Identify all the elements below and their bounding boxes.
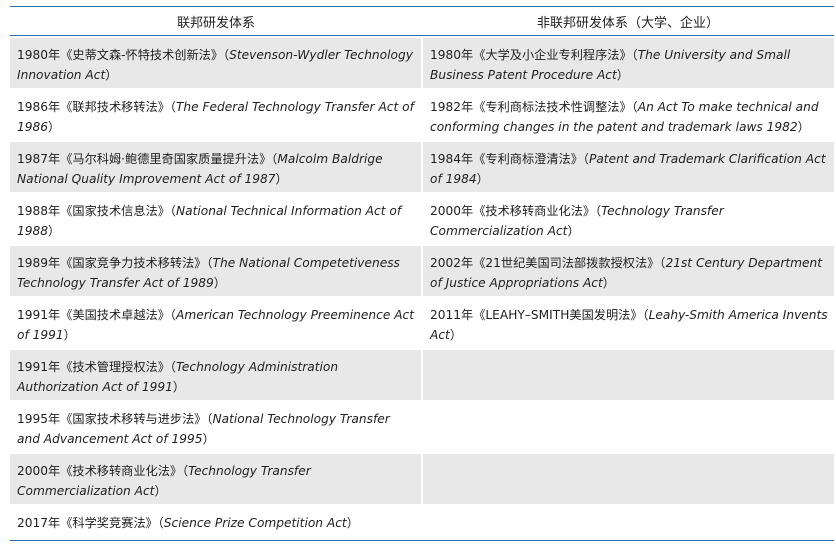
closing-paren: ）	[346, 516, 359, 530]
law-chinese-title: 2017年《科学奖竞赛法》（	[17, 516, 164, 530]
federal-law-cell: 1991年《技术管理授权法》（Technology Administration…	[10, 350, 421, 400]
closing-paren: ）	[567, 224, 580, 238]
non-federal-law-cell: 2000年《技术移转商业化法》（Technology Transfer Comm…	[423, 194, 834, 244]
closing-paren: ）	[275, 172, 288, 186]
federal-law-cell: 1987年《马尔科姆·鲍德里奇国家质量提升法》（Malcolm Baldrige…	[10, 142, 421, 192]
table-row: 1986年《联邦技术移转法》（The Federal Technology Tr…	[10, 90, 834, 140]
table-row: 1987年《马尔科姆·鲍德里奇国家质量提升法》（Malcolm Baldrige…	[10, 142, 834, 192]
law-chinese-title: 2000年《技术移转商业化法》（	[17, 464, 189, 478]
closing-paren: ）	[797, 120, 810, 134]
table-row: 1988年《国家技术信息法》（National Technical Inform…	[10, 194, 834, 244]
closing-paren: ）	[154, 484, 167, 498]
closing-paren: ）	[105, 68, 118, 82]
table-row: 1991年《美国技术卓越法》（American Technology Preem…	[10, 298, 834, 348]
law-chinese-title: 1991年《美国技术卓越法》（	[17, 308, 176, 322]
non-federal-law-cell	[423, 402, 834, 452]
table-row: 1980年《史蒂文森-怀特技术创新法》（Stevenson-Wydler Tec…	[10, 38, 834, 88]
federal-law-cell: 2017年《科学奖竞赛法》（Science Prize Competition …	[10, 506, 421, 539]
legislation-table: 联邦研发体系 非联邦研发体系（大学、企业） 1980年《史蒂文森-怀特技术创新法…	[10, 6, 834, 541]
closing-paren: ）	[213, 276, 226, 290]
closing-paren: ）	[48, 120, 61, 134]
law-chinese-title: 2000年《技术移转商业化法》（	[430, 204, 602, 218]
law-chinese-title: 2011年《LEAHY–SMITH美国发明法》（	[430, 308, 649, 322]
non-federal-law-cell: 1984年《专利商标澄清法》（Patent and Trademark Clar…	[423, 142, 834, 192]
law-chinese-title: 1984年《专利商标澄清法》（	[430, 152, 589, 166]
federal-law-cell: 1989年《国家竞争力技术移转法》（The National Competeti…	[10, 246, 421, 296]
non-federal-law-cell	[423, 506, 834, 539]
closing-paren: ）	[172, 380, 186, 394]
table-row: 2000年《技术移转商业化法》（Technology Transfer Comm…	[10, 454, 834, 504]
law-chinese-title: 1987年《马尔科姆·鲍德里奇国家质量提升法》（	[17, 152, 278, 166]
federal-law-cell: 1995年《国家技术移转与进步法》（National Technology Tr…	[10, 402, 421, 452]
table-body: 1980年《史蒂文森-怀特技术创新法》（Stevenson-Wydler Tec…	[10, 38, 834, 539]
law-chinese-title: 1989年《国家竞争力技术移转法》（	[17, 256, 213, 270]
table-row: 1989年《国家竞争力技术移转法》（The National Competeti…	[10, 246, 834, 296]
law-chinese-title: 1991年《技术管理授权法》（	[17, 360, 176, 374]
non-federal-law-cell: 2011年《LEAHY–SMITH美国发明法》（Leahy-Smith Amer…	[423, 298, 834, 348]
law-chinese-title: 1980年《大学及小企业专利程序法》（	[430, 48, 638, 62]
law-chinese-title: 1986年《联邦技术移转法》（	[17, 100, 176, 114]
federal-law-cell: 2000年《技术移转商业化法》（Technology Transfer Comm…	[10, 454, 421, 504]
non-federal-law-cell	[423, 350, 834, 400]
closing-paren: ）	[616, 68, 629, 82]
header-federal: 联邦研发体系	[176, 15, 255, 31]
non-federal-law-cell: 1982年《专利商标法技术性调整法》（An Act To make techni…	[423, 90, 834, 140]
federal-law-cell: 1991年《美国技术卓越法》（American Technology Preem…	[10, 298, 421, 348]
law-chinese-title: 1980年《史蒂文森-怀特技术创新法》（	[17, 48, 230, 62]
closing-paren: ）	[602, 276, 615, 290]
closing-paren: ）	[449, 328, 463, 342]
non-federal-law-cell	[423, 454, 834, 504]
closing-paren: ）	[202, 432, 215, 446]
table-row: 1995年《国家技术移转与进步法》（National Technology Tr…	[10, 402, 834, 452]
table-header-rule	[10, 35, 834, 36]
law-english-title: Science Prize Competition Act	[163, 516, 347, 530]
table-bottom-rule	[10, 540, 834, 541]
table-row: 1991年《技术管理授权法》（Technology Administration…	[10, 350, 834, 400]
table-row: 2017年《科学奖竞赛法》（Science Prize Competition …	[10, 506, 834, 539]
closing-paren: ）	[48, 224, 61, 238]
closing-paren: ）	[476, 172, 489, 186]
law-chinese-title: 1982年《专利商标法技术性调整法》（	[430, 100, 638, 114]
law-chinese-title: 1988年《国家技术信息法》（	[17, 204, 176, 218]
federal-law-cell: 1986年《联邦技术移转法》（The Federal Technology Tr…	[10, 90, 421, 140]
non-federal-law-cell: 1980年《大学及小企业专利程序法》（The University and Sm…	[423, 38, 834, 88]
law-chinese-title: 2002年《21世纪美国司法部拨款授权法》（	[430, 256, 666, 270]
non-federal-law-cell: 2002年《21世纪美国司法部拨款授权法》（21st Century Depar…	[423, 246, 834, 296]
law-chinese-title: 1995年《国家技术移转与进步法》（	[17, 412, 213, 426]
federal-law-cell: 1980年《史蒂文森-怀特技术创新法》（Stevenson-Wydler Tec…	[10, 38, 421, 88]
table-header-row: 联邦研发体系 非联邦研发体系（大学、企业）	[10, 7, 834, 35]
header-non-federal: 非联邦研发体系（大学、企业）	[536, 15, 719, 31]
federal-law-cell: 1988年《国家技术信息法》（National Technical Inform…	[10, 194, 421, 244]
closing-paren: ）	[63, 328, 76, 342]
